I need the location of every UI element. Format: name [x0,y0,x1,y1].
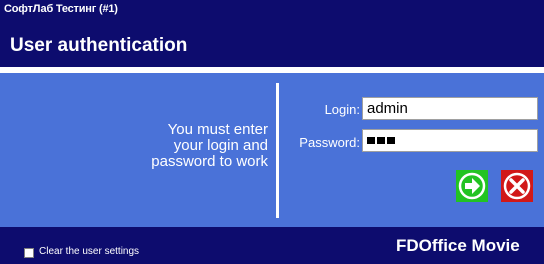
ok-button[interactable] [456,170,488,202]
title-bar[interactable]: СофтЛаб Тестинг (#1) [0,0,544,26]
brand-name: FDOffice Movie [396,236,520,255]
window-title: СофтЛаб Тестинг (#1) [4,3,118,15]
clear-settings-label[interactable]: Clear the user settings [39,246,139,257]
arrow-right-icon [458,172,486,200]
clear-settings-checkbox[interactable] [24,248,34,258]
instruction-line: You must enter [167,121,268,138]
instruction-line: password to work [151,153,268,170]
page-title: User authentication [10,35,188,56]
divider [276,83,279,218]
footer-bar: Clear the user settings FDOffice Movie [0,227,544,264]
close-circle-icon [503,172,531,200]
login-field[interactable] [362,97,538,120]
password-label: Password: [299,135,360,150]
instruction-line: your login and [173,137,268,154]
login-panel: You must enter your login and password t… [0,73,544,227]
login-window: СофтЛаб Тестинг (#1) User authentication… [0,0,544,264]
header-bar: User authentication [0,26,544,67]
cancel-button[interactable] [501,170,533,202]
instruction-message: You must enter your login and password t… [68,122,268,170]
login-label: Login: [324,102,360,117]
password-field[interactable] [362,129,538,152]
